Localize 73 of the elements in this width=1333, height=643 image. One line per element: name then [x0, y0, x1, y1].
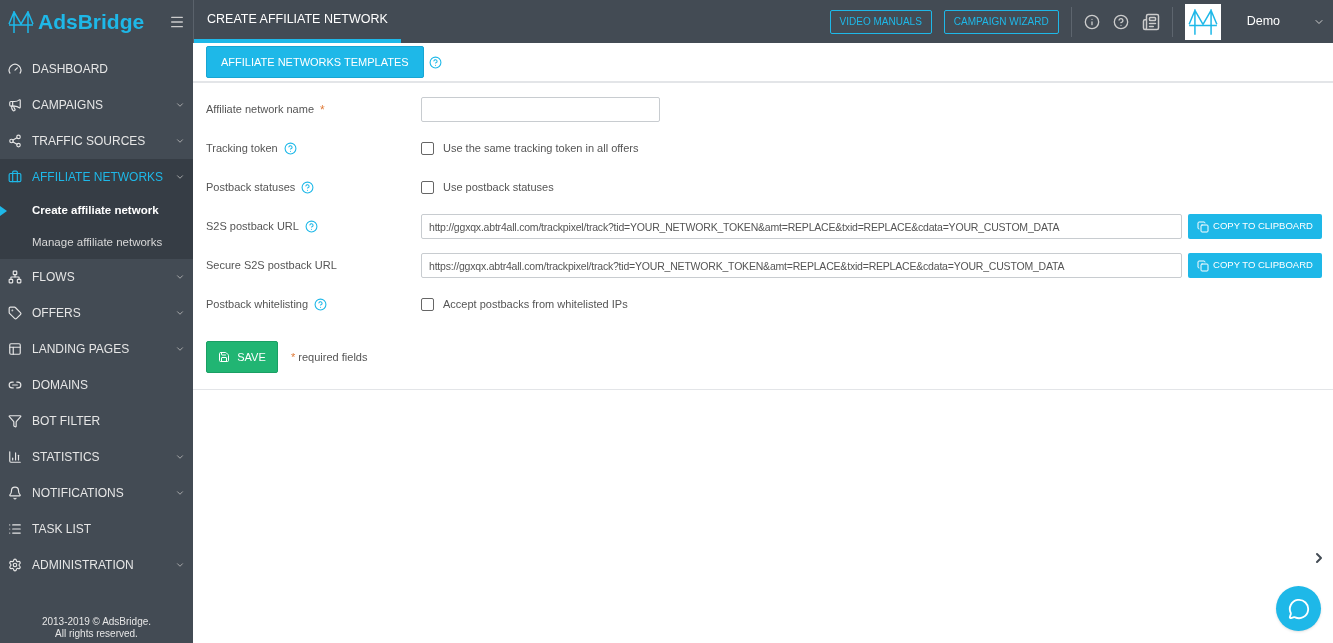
avatar[interactable] [1184, 3, 1221, 40]
chevron-icon[interactable] [175, 100, 185, 110]
required-mark: * [320, 101, 325, 119]
chevron-icon[interactable] [175, 488, 185, 498]
briefcase-icon [8, 170, 22, 184]
bridge-logo-icon [8, 8, 34, 35]
chevron-icon[interactable] [175, 452, 185, 462]
sidebar-item[interactable]: BOT FILTER [0, 403, 193, 439]
newspaper-icon[interactable] [1141, 12, 1160, 31]
chat-button[interactable] [1276, 586, 1321, 631]
page-title: CREATE AFFILIATE NETWORK [206, 11, 389, 29]
field-label: Affiliate network name [206, 102, 315, 118]
required-note: * required fields [291, 349, 368, 365]
sidebar-item[interactable]: NOTIFICATIONS [0, 475, 193, 511]
gear-icon [8, 558, 22, 572]
tag-icon [8, 306, 22, 320]
filter-icon [8, 414, 22, 428]
sidebar-item[interactable]: DASHBOARD [0, 51, 193, 87]
gauge-icon [8, 62, 22, 76]
sidebar-item[interactable]: ADMINISTRATION [0, 547, 193, 583]
share-icon [8, 134, 22, 148]
bell-icon [8, 486, 22, 500]
sidebar-item[interactable]: CAMPAIGNS [0, 87, 193, 123]
sidebar-item[interactable]: LANDING PAGES [0, 331, 193, 367]
checkbox-label: Use the same tracking token in all offers [443, 141, 639, 157]
copyright-text: All rights reserved. [55, 628, 138, 640]
chevron-icon[interactable] [175, 172, 185, 182]
active-pointer-icon [0, 206, 7, 216]
sidebar-item[interactable]: TASK LIST [0, 511, 193, 547]
copy-icon [1197, 259, 1210, 272]
checkbox-label: Use postback statuses [443, 180, 554, 196]
bar-chart-icon [8, 450, 22, 464]
sitemap-icon [8, 270, 22, 284]
sidebar-item[interactable]: TRAFFIC SOURCES [0, 123, 193, 159]
sidebar-item[interactable]: DOMAINS [0, 367, 193, 403]
checkbox[interactable] [421, 142, 434, 155]
copyright-text: 2013-2019 © AdsBridge. [41, 616, 152, 628]
header-button[interactable]: CAMPAIGN WIZARD [943, 9, 1059, 34]
chevron-icon[interactable] [175, 344, 185, 354]
chevron-icon[interactable] [175, 272, 185, 282]
checkbox[interactable] [421, 181, 434, 194]
megaphone-icon [8, 98, 22, 112]
url-field[interactable]: http://ggxqx.abtr4all.com/trackpixel/track?tid=YOUR_NETWORK_TOKEN&amt=REPLACE&txid=REPLACE&cdata=YOUR_CUSTOM_DATA [421, 214, 1182, 239]
input-field[interactable] [421, 97, 660, 122]
field-label: S2S postback URL [206, 219, 299, 235]
help-icon[interactable] [1112, 13, 1129, 30]
sidebar-item[interactable]: STATISTICS [0, 439, 193, 475]
chevron-icon[interactable] [175, 136, 185, 146]
copy-icon [1197, 220, 1210, 233]
chevron-icon[interactable] [175, 308, 185, 318]
user-name[interactable]: Demo [1246, 12, 1280, 31]
url-field[interactable]: https://ggxqx.abtr4all.com/trackpixel/track?tid=YOUR_NETWORK_TOKEN&amt=REPLACE&txid=REPLACE&cdata=YOUR_CUSTOM_DATA [421, 253, 1182, 278]
sidebar-item[interactable]: FLOWS [0, 259, 193, 295]
checkbox-label: Accept postbacks from whitelisted IPs [443, 297, 628, 313]
layout-icon [8, 342, 22, 356]
chevron-icon[interactable] [175, 560, 185, 570]
field-label: Tracking token [206, 141, 278, 157]
floppy-icon [218, 351, 231, 363]
logo-text: AdsBridge [38, 8, 145, 35]
info-icon[interactable] [1083, 13, 1100, 30]
submenu-item[interactable]: Create affiliate network [32, 202, 159, 220]
submenu-item[interactable]: Manage affiliate networks [32, 234, 163, 252]
link-icon [8, 378, 22, 392]
field-label: Postback whitelisting [206, 297, 309, 313]
bridge-icon [1187, 6, 1218, 37]
list-icon [8, 522, 22, 536]
checkbox[interactable] [421, 298, 434, 311]
speech-bubble-icon [1287, 597, 1310, 620]
field-label: Postback statuses [206, 180, 296, 196]
sidebar-item[interactable]: AFFILIATE NETWORKS [0, 159, 193, 195]
field-label: Secure S2S postback URL [206, 258, 337, 274]
header-button[interactable]: VIDEO MANUALS [829, 9, 932, 34]
sidebar-item[interactable]: OFFERS [0, 295, 193, 331]
